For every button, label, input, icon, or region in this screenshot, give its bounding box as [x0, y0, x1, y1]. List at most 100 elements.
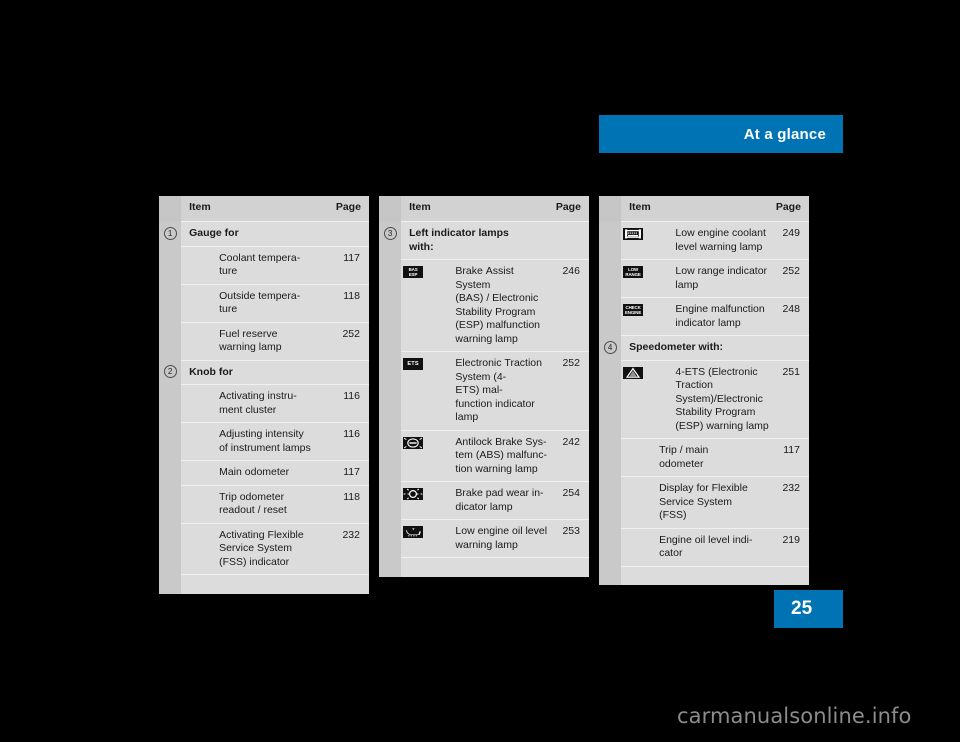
row-page-number: 249: [775, 221, 809, 260]
row-marker: [159, 460, 182, 485]
table-row: Main odometer 117: [159, 460, 369, 485]
row-item-label: Low range indicator lamp: [645, 259, 776, 298]
table-row: Low engine oil level warning lamp 253: [379, 519, 589, 558]
row-marker: [159, 384, 182, 423]
table-row: 4-ETS (Electronic Traction System)/Electro…: [599, 359, 809, 439]
row-marker: [599, 438, 622, 477]
row-icon-cell: [401, 481, 426, 520]
row-marker: [599, 297, 622, 336]
row-item-label: Fuel reserve warning lamp: [181, 321, 336, 360]
table-row: BAS ESP Brake Assist System (BAS) / Electron…: [379, 259, 589, 352]
row-item-label: Display for Flexible Service System (FSS): [621, 476, 776, 528]
page-number: 25: [791, 598, 813, 619]
row-page-number: 219: [775, 527, 809, 566]
row-marker: [159, 422, 182, 461]
row-icon-cell: [401, 519, 426, 558]
row-marker: [159, 284, 182, 322]
row-item-label: Gauge for: [181, 221, 336, 246]
table-row-group: 2 Knob for: [159, 359, 369, 385]
table-body-3: Item Page Low engine coolant level warning …: [599, 196, 809, 585]
table-filler-row: [599, 565, 809, 585]
brake-pad-wear-icon: [403, 488, 424, 500]
table-row-group: 3 Left indicator lamps with:: [379, 221, 589, 260]
row-page-number: [335, 221, 369, 246]
row-page-number: 117: [335, 245, 369, 284]
row-item-label: Adjusting intensity of instrument lamps: [181, 422, 336, 461]
row-page-number: 242: [555, 429, 589, 482]
header-item: Item: [181, 196, 336, 222]
row-page-number: 252: [555, 351, 589, 430]
row-item-label: Trip / main odometer: [621, 438, 776, 477]
row-item-label: Main odometer: [181, 460, 336, 485]
row-page-number: 232: [775, 476, 809, 528]
table-row: ETS Electronic Traction System (4-ETS) mal…: [379, 351, 589, 430]
header-gutter: [379, 196, 402, 222]
row-item-label: Coolant tempera-ture: [181, 245, 336, 284]
header-gutter: [599, 196, 622, 222]
row-page-number: 116: [335, 422, 369, 461]
legend-table-2: Item Page 3 Left indicator lamps with: BAS ESP…: [379, 196, 589, 577]
row-page-number: [555, 221, 589, 260]
table-row: Activating instru-ment cluster 116: [159, 384, 369, 423]
row-marker: [159, 485, 182, 523]
row-page-number: 118: [335, 484, 369, 523]
row-icon-cell: [621, 221, 646, 260]
row-marker: [159, 246, 182, 284]
row-icon-cell: [621, 359, 646, 439]
low-range-icon: LOW RANGE: [623, 266, 644, 278]
row-item-label: Brake Assist System (BAS) / Electronic Stab…: [425, 259, 556, 352]
check-engine-icon: CHECK ENGINE: [623, 304, 644, 316]
row-item-label: Activating Flexible Service System (FSS) i…: [181, 522, 336, 575]
row-item-label: Activating instru-ment cluster: [181, 384, 336, 423]
row-marker: 4: [599, 335, 622, 360]
table-filler-row: [159, 574, 369, 594]
row-item-label: Speedometer with:: [621, 335, 776, 360]
row-page-number: 117: [335, 460, 369, 485]
header-page: Page: [335, 196, 369, 222]
header-item: Item: [621, 196, 776, 222]
table-row: LOW RANGE Low range indicator lamp 252: [599, 259, 809, 298]
table-column-3: Item Page Low engine coolant level warning …: [599, 196, 809, 585]
row-marker: [379, 481, 402, 520]
row-page-number: 252: [335, 321, 369, 360]
row-page-number: [775, 335, 809, 360]
table-row: Adjusting intensity of instrument lamps 11…: [159, 422, 369, 461]
row-marker: [379, 519, 402, 558]
abs-icon: [403, 436, 424, 449]
table-header-row: Item Page: [599, 196, 809, 222]
table-column-1: Item Page 1 Gauge for Coolant tempera-ture 11…: [159, 196, 369, 594]
engine-oil-level-icon: [403, 526, 424, 538]
row-page-number: [335, 359, 369, 385]
legend-table-3: Item Page Low engine coolant level warning …: [599, 196, 809, 585]
table-header-row: Item Page: [379, 196, 589, 222]
row-marker: [599, 221, 622, 260]
table-row: Outside tempera-ture 118: [159, 283, 369, 322]
site-watermark: carmanualsonline.info: [677, 704, 912, 728]
row-icon-cell: [401, 429, 426, 482]
row-page-number: 116: [335, 384, 369, 423]
legend-table-1: Item Page 1 Gauge for Coolant tempera-ture 11…: [159, 196, 369, 594]
callout-number: 3: [383, 226, 397, 240]
row-page-number: 248: [775, 297, 809, 336]
row-marker: [599, 259, 622, 298]
table-row: Activating Flexible Service System (FSS) i…: [159, 522, 369, 575]
row-page-number: 232: [335, 522, 369, 575]
callout-number: 4: [603, 340, 617, 354]
row-icon-cell: ETS: [401, 351, 426, 430]
section-banner: At a glance: [599, 115, 843, 153]
row-item-label: 4-ETS (Electronic Traction System)/Electro…: [645, 359, 776, 439]
row-marker: [159, 523, 182, 575]
header-item: Item: [401, 196, 556, 222]
table-row: Brake pad wear in-dicator lamp 254: [379, 481, 589, 520]
table-body-2: Item Page 3 Left indicator lamps with: BAS ESP…: [379, 196, 589, 577]
row-icon-cell: BAS ESP: [401, 259, 426, 352]
table-row: Coolant tempera-ture 117: [159, 245, 369, 284]
row-icon-cell: CHECK ENGINE: [621, 297, 646, 336]
ets-icon: ETS: [403, 358, 424, 370]
callout-number: 1: [163, 226, 177, 240]
row-marker: [599, 476, 622, 528]
callout-number: 2: [163, 365, 177, 378]
row-page-number: 118: [335, 283, 369, 322]
row-page-number: 117: [775, 438, 809, 477]
table-row: Trip / main odometer 117: [599, 438, 809, 477]
